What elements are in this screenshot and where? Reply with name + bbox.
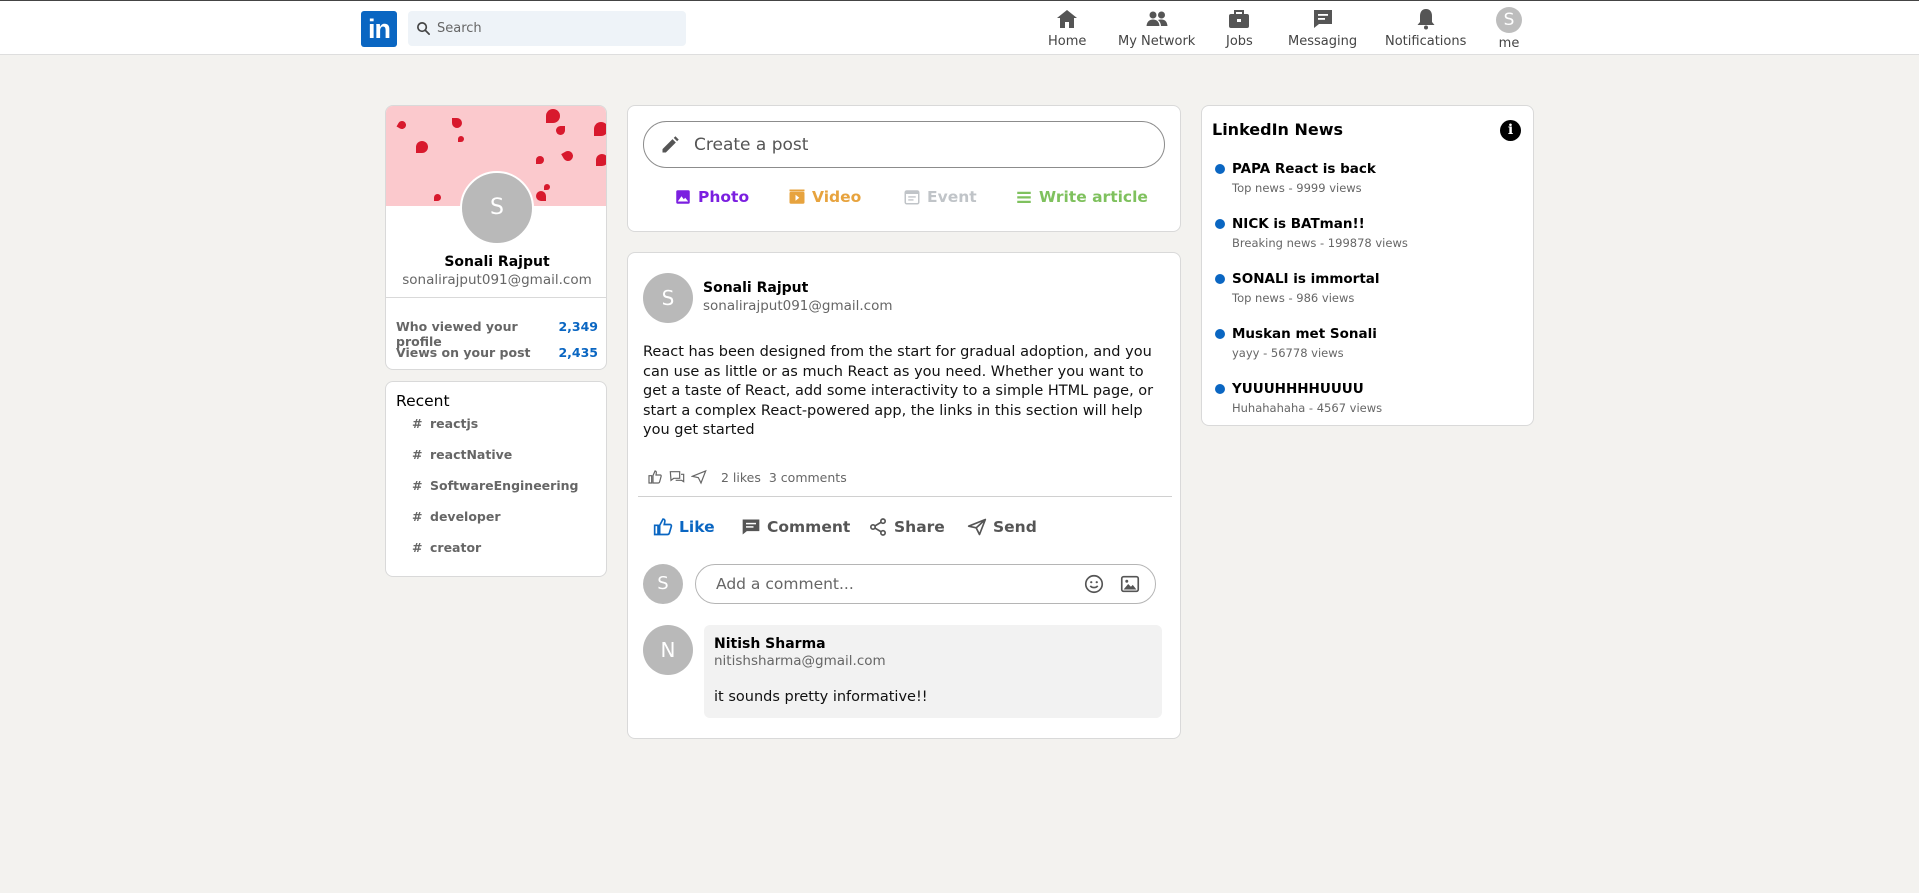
nav-messaging-label: Messaging <box>1288 34 1358 49</box>
create-post-card: Create a post Photo Video Event Write ar… <box>627 105 1181 232</box>
emoji-icon[interactable] <box>1083 573 1105 595</box>
info-icon[interactable]: i <box>1500 120 1521 141</box>
recent-tag[interactable]: # SoftwareEngineering <box>412 478 578 493</box>
nav-notifications[interactable]: Notifications <box>1385 7 1466 49</box>
stat-post-views[interactable]: Views on your post 2,435 <box>396 345 598 360</box>
calendar-icon <box>904 190 920 205</box>
post-author-avatar[interactable]: S <box>643 273 693 323</box>
network-icon <box>1146 11 1168 26</box>
write-article-button[interactable]: Write article <box>1015 188 1148 206</box>
share-icon <box>870 518 886 536</box>
thumbs-up-icon <box>653 518 673 536</box>
recent-tag[interactable]: # creator <box>412 540 481 555</box>
home-icon <box>1057 10 1078 28</box>
image-icon[interactable] <box>1119 573 1141 595</box>
send-icon <box>967 518 987 536</box>
stat-label: Views on your post <box>396 345 531 360</box>
bullet-icon <box>1215 384 1225 394</box>
news-headline: SONALI is immortal <box>1232 271 1380 287</box>
news-headline: Muskan met Sonali <box>1232 326 1377 342</box>
bullet-icon <box>1215 219 1225 229</box>
video-button[interactable]: Video <box>788 188 861 206</box>
commenter-avatar: S <box>643 564 683 604</box>
comment-button[interactable]: Comment <box>741 517 850 537</box>
recent-tag[interactable]: # developer <box>412 509 501 524</box>
comment-author-email: nitishsharma@gmail.com <box>714 653 886 669</box>
pencil-icon <box>662 135 679 152</box>
post-author-name[interactable]: Sonali Rajput <box>703 280 808 296</box>
nav-my-network[interactable]: My Network <box>1118 7 1195 49</box>
news-subtitle: Top news - 986 views <box>1232 291 1355 305</box>
nav-home[interactable]: Home <box>1048 7 1086 49</box>
post-author-email: sonalirajput091@gmail.com <box>703 298 893 314</box>
share-button[interactable]: Share <box>868 517 945 537</box>
reply-avatar[interactable]: N <box>643 625 693 675</box>
bullet-icon <box>1215 329 1225 339</box>
search-placeholder: Search <box>437 21 482 36</box>
comment-outline-icon <box>669 471 685 483</box>
profile-divider <box>386 297 606 298</box>
nav-notifications-label: Notifications <box>1385 34 1467 49</box>
post-stats: 2 likes 3 comments <box>647 469 847 485</box>
bell-icon <box>1417 9 1435 30</box>
send-outline-icon <box>691 469 707 485</box>
profile-name[interactable]: Sonali Rajput <box>386 254 606 270</box>
nav-me-label: me <box>1498 36 1520 51</box>
recent-title: Recent <box>396 392 450 410</box>
briefcase-icon <box>1229 10 1250 28</box>
recent-tag[interactable]: # reactjs <box>412 416 478 431</box>
comments-count[interactable]: 3 comments <box>769 470 847 485</box>
news-headline: PAPA React is back <box>1232 161 1376 177</box>
profile-card: S Sonali Rajput sonalirajput091@gmail.co… <box>385 105 607 370</box>
nav-jobs[interactable]: Jobs <box>1226 7 1253 49</box>
comment-placeholder: Add a comment... <box>716 575 854 593</box>
bullet-icon <box>1215 274 1225 284</box>
profile-avatar[interactable]: S <box>460 171 534 245</box>
top-nav-bar: in Search Home My Network Jobs Messaging… <box>0 0 1919 55</box>
photo-icon <box>676 190 690 204</box>
bullet-icon <box>1215 164 1225 174</box>
likes-count[interactable]: 2 likes <box>721 470 761 485</box>
news-headline: YUUUHHHHUUUU <box>1232 381 1364 397</box>
nav-jobs-label: Jobs <box>1226 34 1253 49</box>
add-comment-input[interactable]: Add a comment... <box>695 564 1156 604</box>
comment-text: it sounds pretty informative!! <box>714 689 928 705</box>
linkedin-logo[interactable]: in <box>361 11 397 47</box>
create-post-input[interactable]: Create a post <box>643 121 1165 168</box>
news-subtitle: Breaking news - 199878 views <box>1232 236 1408 250</box>
event-button[interactable]: Event <box>903 188 977 206</box>
nav-messaging[interactable]: Messaging <box>1288 7 1357 49</box>
news-headline: NICK is BATman!! <box>1232 216 1365 232</box>
recent-card: Recent # reactjs # reactNative # SoftwareEn… <box>385 381 607 577</box>
post-body: React has been designed from the start f… <box>643 344 1154 438</box>
search-icon <box>417 22 430 35</box>
avatar[interactable]: S <box>1496 7 1522 33</box>
nav-my-network-label: My Network <box>1118 34 1196 49</box>
article-icon <box>1017 191 1031 203</box>
create-post-placeholder: Create a post <box>694 134 809 155</box>
nav-me[interactable]: S me <box>1496 7 1522 51</box>
post-card: S Sonali Rajput sonalirajput091@gmail.co… <box>627 252 1181 739</box>
news-subtitle: yayy - 56778 views <box>1232 346 1344 360</box>
news-subtitle: Top news - 9999 views <box>1232 181 1362 195</box>
comment-icon <box>742 519 760 535</box>
recent-tag[interactable]: # reactNative <box>412 447 512 462</box>
post-divider <box>638 496 1172 497</box>
nav-home-label: Home <box>1048 34 1087 49</box>
comment-item: Nitish Sharma nitishsharma@gmail.com it … <box>704 625 1162 718</box>
comment-author-name[interactable]: Nitish Sharma <box>714 636 826 652</box>
photo-button[interactable]: Photo <box>674 188 749 206</box>
send-button[interactable]: Send <box>967 517 1037 537</box>
messaging-icon <box>1313 10 1332 28</box>
news-subtitle: Huhahahaha - 4567 views <box>1232 401 1383 415</box>
video-icon <box>789 189 805 204</box>
like-outline-icon <box>648 470 662 484</box>
like-button[interactable]: Like <box>653 517 715 537</box>
stat-value: 2,435 <box>558 345 598 360</box>
news-title: LinkedIn News <box>1212 120 1344 139</box>
news-card: LinkedIn News i PAPA React is back Top n… <box>1201 105 1534 426</box>
profile-email: sonalirajput091@gmail.com <box>402 272 592 288</box>
search-input[interactable]: Search <box>408 11 686 46</box>
